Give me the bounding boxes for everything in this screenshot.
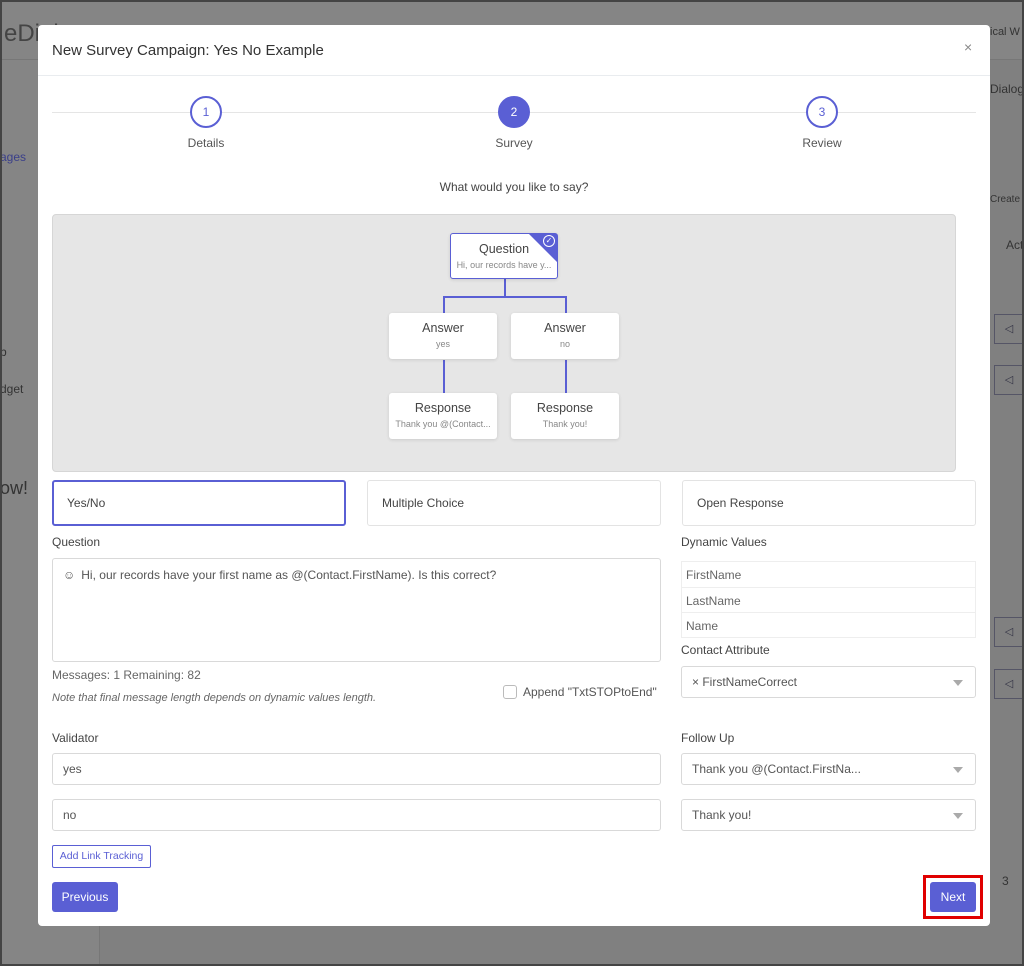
validator-label: Validator <box>52 731 99 745</box>
close-icon[interactable]: × <box>964 39 972 55</box>
connector <box>565 296 567 314</box>
step-2-circle[interactable]: 2 <box>498 96 530 128</box>
chevron-down-icon <box>953 813 963 819</box>
step-3-label: Review <box>802 136 842 150</box>
send-icon: ◁ <box>994 314 1024 344</box>
send-icon: ◁ <box>994 617 1024 647</box>
type-multiple-choice[interactable]: Multiple Choice <box>367 480 661 526</box>
bg-nav-item: ages <box>0 150 27 164</box>
append-label: Append "TxtSTOPtoEnd" <box>523 685 657 699</box>
validator-input-yes[interactable]: yes <box>52 753 661 785</box>
dynamic-value-item[interactable]: LastName <box>682 588 975 613</box>
dynamic-values-list[interactable]: FirstName LastName Name <box>681 561 976 638</box>
messages-info: Messages: 1 Remaining: 82 <box>52 668 201 682</box>
user-name: ical W <box>990 26 1020 38</box>
response-node-no[interactable]: Response Thank you! <box>511 393 619 439</box>
step-2-label: Survey <box>495 136 533 150</box>
selected-attribute: × FirstNameCorrect <box>692 675 798 689</box>
check-circle-icon: ✓ <box>543 235 555 247</box>
type-open-response[interactable]: Open Response <box>682 480 976 526</box>
bg-heading: ow! <box>0 478 29 498</box>
question-text: Hi, our records have your first name as … <box>81 568 497 582</box>
node-text: Thank you! <box>542 419 588 429</box>
dynamic-value-item[interactable]: Name <box>682 613 975 637</box>
connector <box>443 296 567 298</box>
step-1-circle[interactable]: 1 <box>190 96 222 128</box>
flow-canvas: ✓ Question Hi, our records have y... Ans… <box>52 214 956 472</box>
highlight-box <box>923 875 983 919</box>
connector <box>504 279 506 296</box>
append-checkbox[interactable] <box>503 685 517 699</box>
answer-node-no[interactable]: Answer no <box>511 313 619 359</box>
chevron-down-icon <box>953 767 963 773</box>
node-title: Response <box>414 401 472 415</box>
step-3-circle[interactable]: 3 <box>806 96 838 128</box>
follow-up-value: Thank you @(Contact.FirstNa... <box>692 762 861 776</box>
follow-up-select-no[interactable]: Thank you! <box>681 799 976 831</box>
response-node-yes[interactable]: Response Thank you @(Contact... <box>389 393 497 439</box>
node-text: Thank you @(Contact... <box>395 419 491 429</box>
dynamic-values-label: Dynamic Values <box>681 535 767 549</box>
contact-attribute-select[interactable]: × FirstNameCorrect <box>681 666 976 698</box>
type-yes-no[interactable]: Yes/No <box>52 480 346 526</box>
modal-title: New Survey Campaign: Yes No Example <box>52 42 324 59</box>
dynamic-value-item[interactable]: FirstName <box>682 562 975 588</box>
node-text: yes <box>435 339 450 349</box>
contact-attribute-label: Contact Attribute <box>681 643 770 657</box>
emoji-icon[interactable]: ☺ <box>63 568 75 582</box>
validator-input-no[interactable]: no <box>52 799 661 831</box>
follow-up-label: Follow Up <box>681 731 735 745</box>
bg-page-number: 3 <box>1002 874 1009 888</box>
previous-button[interactable]: Previous <box>52 882 118 912</box>
connector <box>443 360 445 394</box>
bg-create-button: Create <box>990 194 1021 205</box>
survey-prompt: What would you like to say? <box>439 180 589 194</box>
survey-campaign-modal: New Survey Campaign: Yes No Example × 1 … <box>38 25 990 926</box>
node-title: Answer <box>422 321 464 335</box>
connector <box>443 296 445 314</box>
bg-actions-header: Act <box>1006 238 1024 252</box>
node-text: no <box>559 339 570 349</box>
divider <box>38 75 990 76</box>
bg-dialog-text: Dialog <box>990 82 1024 96</box>
send-icon: ◁ <box>994 365 1024 395</box>
follow-up-value: Thank you! <box>692 808 752 822</box>
bg-nav-item: b <box>0 345 7 359</box>
answer-node-yes[interactable]: Answer yes <box>389 313 497 359</box>
bg-nav-item: dget <box>0 382 24 396</box>
send-icon: ◁ <box>994 669 1024 699</box>
add-link-tracking-button[interactable]: Add Link Tracking <box>52 845 151 868</box>
length-note: Note that final message length depends o… <box>52 692 377 704</box>
question-label: Question <box>52 535 101 549</box>
node-title: Response <box>536 401 594 415</box>
chevron-down-icon <box>953 680 963 686</box>
question-textarea[interactable]: ☺ Hi, our records have your first name as… <box>52 558 661 662</box>
step-1-label: Details <box>187 136 225 150</box>
node-title: Answer <box>544 321 586 335</box>
connector <box>565 360 567 394</box>
follow-up-select-yes[interactable]: Thank you @(Contact.FirstNa... <box>681 753 976 785</box>
question-node[interactable]: ✓ Question Hi, our records have y... <box>450 233 558 279</box>
